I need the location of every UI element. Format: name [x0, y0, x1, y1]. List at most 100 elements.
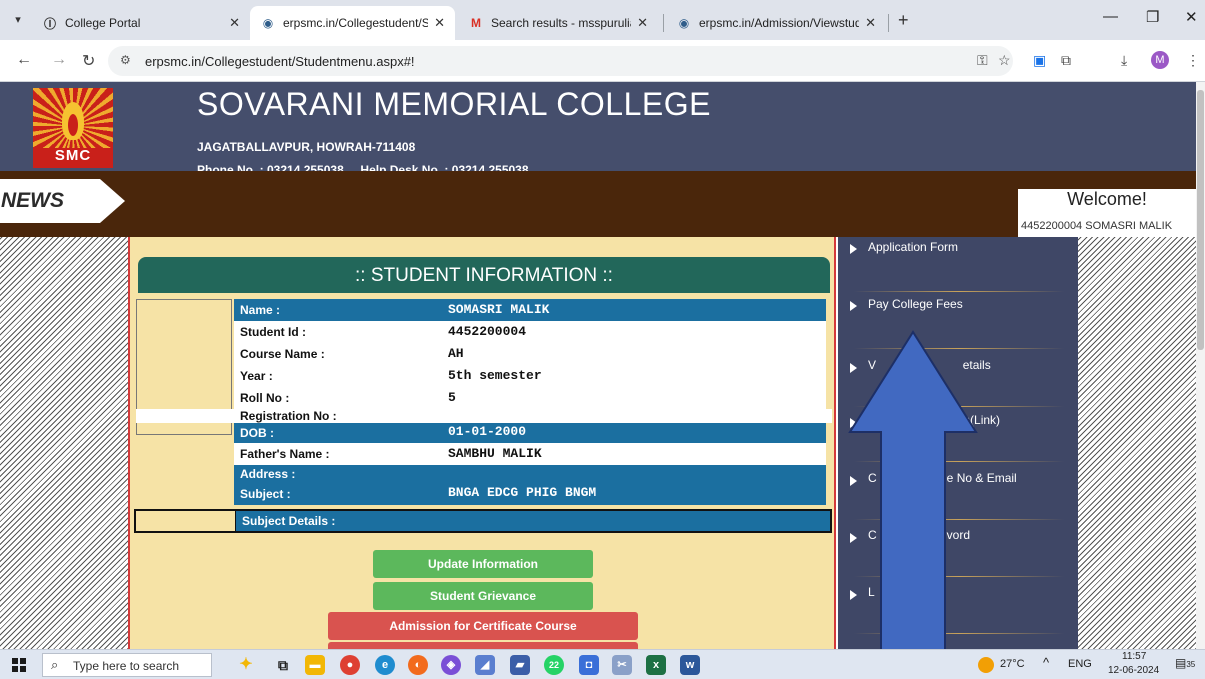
close-icon[interactable]: ✕ — [637, 15, 648, 31]
college-name: SOVARANI MEMORIAL COLLEGE — [197, 86, 711, 122]
subject-details-blank-cell — [136, 511, 236, 531]
password-key-icon[interactable]: ⚿ — [977, 52, 988, 69]
extensions-puzzle-icon[interactable]: ⧉ — [1061, 52, 1071, 69]
site-settings-icon[interactable]: ⚙ — [120, 53, 131, 67]
tab-search-chevron-icon[interactable]: ▾ — [8, 10, 28, 30]
snipping-tool-icon[interactable]: ✂ — [612, 655, 632, 675]
file-explorer-icon[interactable]: ▬ — [305, 655, 325, 675]
welcome-user: 4452200004 SOMASRI MALIK — [1021, 220, 1173, 232]
row-value: 4452200004 — [448, 324, 527, 339]
page-scrollbar[interactable] — [1196, 82, 1205, 649]
admission-certificate-button[interactable]: Admission for Certificate Course — [328, 612, 638, 640]
news-badge: NEWS — [0, 179, 125, 223]
copilot-app-icon[interactable]: ◈ — [441, 655, 461, 675]
tab-college-portal[interactable]: Ⓘ College Portal ✕ — [32, 6, 250, 40]
chrome-icon[interactable]: ● — [340, 655, 360, 675]
address-bar[interactable]: ⚙ erpsmc.in/Collegestudent/Studentmenu.a… — [108, 46, 1013, 76]
kebab-menu-icon[interactable]: ⋮ — [1186, 52, 1200, 69]
close-icon[interactable]: ✕ — [865, 15, 876, 31]
forward-arrow-icon[interactable]: → — [51, 51, 67, 69]
close-icon[interactable]: ✕ — [229, 15, 240, 31]
college-address: JAGATBALLAVPUR, HOWRAH-711408 — [197, 140, 416, 154]
row-label: Roll No : — [240, 391, 290, 405]
info-row-dob: DOB : 01-01-2000 — [234, 423, 826, 443]
minimize-icon[interactable]: — — [1103, 8, 1118, 25]
row-label: Course Name : — [240, 347, 325, 361]
info-row-subject-details[interactable]: Subject Details : — [134, 509, 832, 533]
site-favicon-icon: ◉ — [262, 16, 274, 30]
row-value: 5 — [448, 390, 456, 405]
clock-time[interactable]: 11:57 — [1122, 651, 1146, 662]
tab-erpsmc-admission[interactable]: ◉ erpsmc.in/Admission/Viewstud ✕ — [666, 6, 886, 40]
row-label: Student Id : — [240, 325, 306, 339]
menu-arrow-icon — [850, 244, 857, 254]
word-icon[interactable]: w — [680, 655, 700, 675]
row-label: Year : — [240, 369, 273, 383]
student-grievance-button[interactable]: Student Grievance — [373, 582, 593, 610]
clock-date[interactable]: 12-06-2024 — [1108, 665, 1159, 676]
screen-cast-icon[interactable]: ▣ — [1033, 52, 1046, 69]
logo-text: SMC — [54, 147, 92, 164]
college-header: SMC SOVARANI MEMORIAL COLLEGE JAGATBALLA… — [0, 82, 1196, 177]
tab-label: Search results - msspurulia@gn — [491, 16, 631, 30]
web-page: SMC SOVARANI MEMORIAL COLLEGE JAGATBALLA… — [0, 82, 1196, 649]
tab-gmail-search[interactable]: M Search results - msspurulia@gn ✕ — [458, 6, 658, 40]
info-row-roll: Roll No : 5 — [234, 387, 826, 409]
whatsapp-badge: 22 — [548, 660, 559, 670]
restore-icon[interactable]: ❐ — [1146, 8, 1159, 26]
address-toolbar: ← → ↻ ⚙ erpsmc.in/Collegestudent/Student… — [0, 40, 1205, 82]
hatch-pattern-right — [1078, 237, 1196, 649]
menu-application-form[interactable]: Application Form — [838, 237, 1078, 292]
bookmark-star-icon[interactable]: ☆ — [998, 52, 1011, 69]
language-indicator[interactable]: ENG — [1068, 658, 1092, 670]
student-info-panel: :: STUDENT INFORMATION :: Name : SOMASRI… — [128, 237, 836, 649]
whatsapp-icon[interactable]: 22 — [544, 655, 564, 675]
excel-icon[interactable]: x — [646, 655, 666, 675]
next-red-button-partial[interactable] — [328, 642, 638, 649]
tab-separator — [663, 14, 664, 32]
row-value: 5th semester — [448, 368, 542, 383]
url-text[interactable]: erpsmc.in/Collegestudent/Studentmenu.asp… — [145, 54, 415, 69]
weather-temp[interactable]: 27°C — [1000, 658, 1025, 670]
close-icon[interactable]: ✕ — [434, 15, 445, 31]
row-value: SAMBHU MALIK — [448, 446, 542, 461]
welcome-box: Welcome! 4452200004 SOMASRI MALIK — [1018, 189, 1196, 237]
edge-icon[interactable]: e — [375, 655, 395, 675]
task-view-icon[interactable]: ⧉ — [273, 655, 293, 675]
taskbar-search[interactable]: ⌕ Type here to search — [42, 653, 212, 677]
tab-label: College Portal — [65, 16, 141, 30]
info-row-year: Year : 5th semester — [234, 365, 826, 387]
scrollbar-thumb[interactable] — [1197, 90, 1204, 350]
update-information-button[interactable]: Update Information — [373, 550, 593, 578]
news-bar: NEWS Welcome! 4452200004 SOMASRI MALIK — [0, 171, 1196, 237]
search-icon: ⌕ — [51, 657, 59, 672]
weather-sun-icon[interactable] — [978, 657, 994, 673]
logo-flame-inner — [68, 114, 78, 136]
windows-start-icon[interactable] — [12, 658, 26, 672]
new-tab-plus-icon[interactable]: + — [898, 10, 909, 31]
close-window-icon[interactable]: ✕ — [1185, 8, 1198, 26]
reload-icon[interactable]: ↻ — [82, 51, 95, 71]
app-icon[interactable]: ▰ — [510, 655, 530, 675]
profile-avatar[interactable]: M — [1151, 51, 1169, 69]
menu-divider — [854, 291, 1064, 292]
info-row-course: Course Name : AH — [234, 343, 826, 365]
firefox-icon[interactable]: ◐ — [408, 655, 428, 675]
row-value: AH — [448, 346, 464, 361]
app-icon[interactable]: ◢ — [475, 655, 495, 675]
gmail-icon: M — [471, 16, 481, 30]
download-icon[interactable]: ⤓ — [1121, 52, 1127, 69]
up-arrow-annotation-icon — [848, 330, 978, 679]
tab-label: erpsmc.in/Admission/Viewstud — [699, 16, 860, 30]
copilot-sparkle-icon[interactable]: ✦ — [236, 655, 256, 675]
security-shield-icon[interactable]: ◘ — [579, 655, 599, 675]
back-arrow-icon[interactable]: ← — [16, 51, 32, 69]
notification-icon[interactable]: ▤35 — [1175, 656, 1195, 670]
tray-chevron-up-icon[interactable]: ^ — [1043, 655, 1049, 670]
tab-erpsmc-student[interactable]: ◉ erpsmc.in/Collegestudent/Stud ✕ — [250, 6, 455, 40]
search-placeholder: Type here to search — [73, 659, 180, 673]
row-label: Address : — [240, 467, 296, 481]
row-label: Subject Details : — [242, 514, 336, 528]
tab-separator — [888, 14, 889, 32]
browser-tab-bar: ▾ Ⓘ College Portal ✕ ◉ erpsmc.in/College… — [0, 0, 1205, 40]
